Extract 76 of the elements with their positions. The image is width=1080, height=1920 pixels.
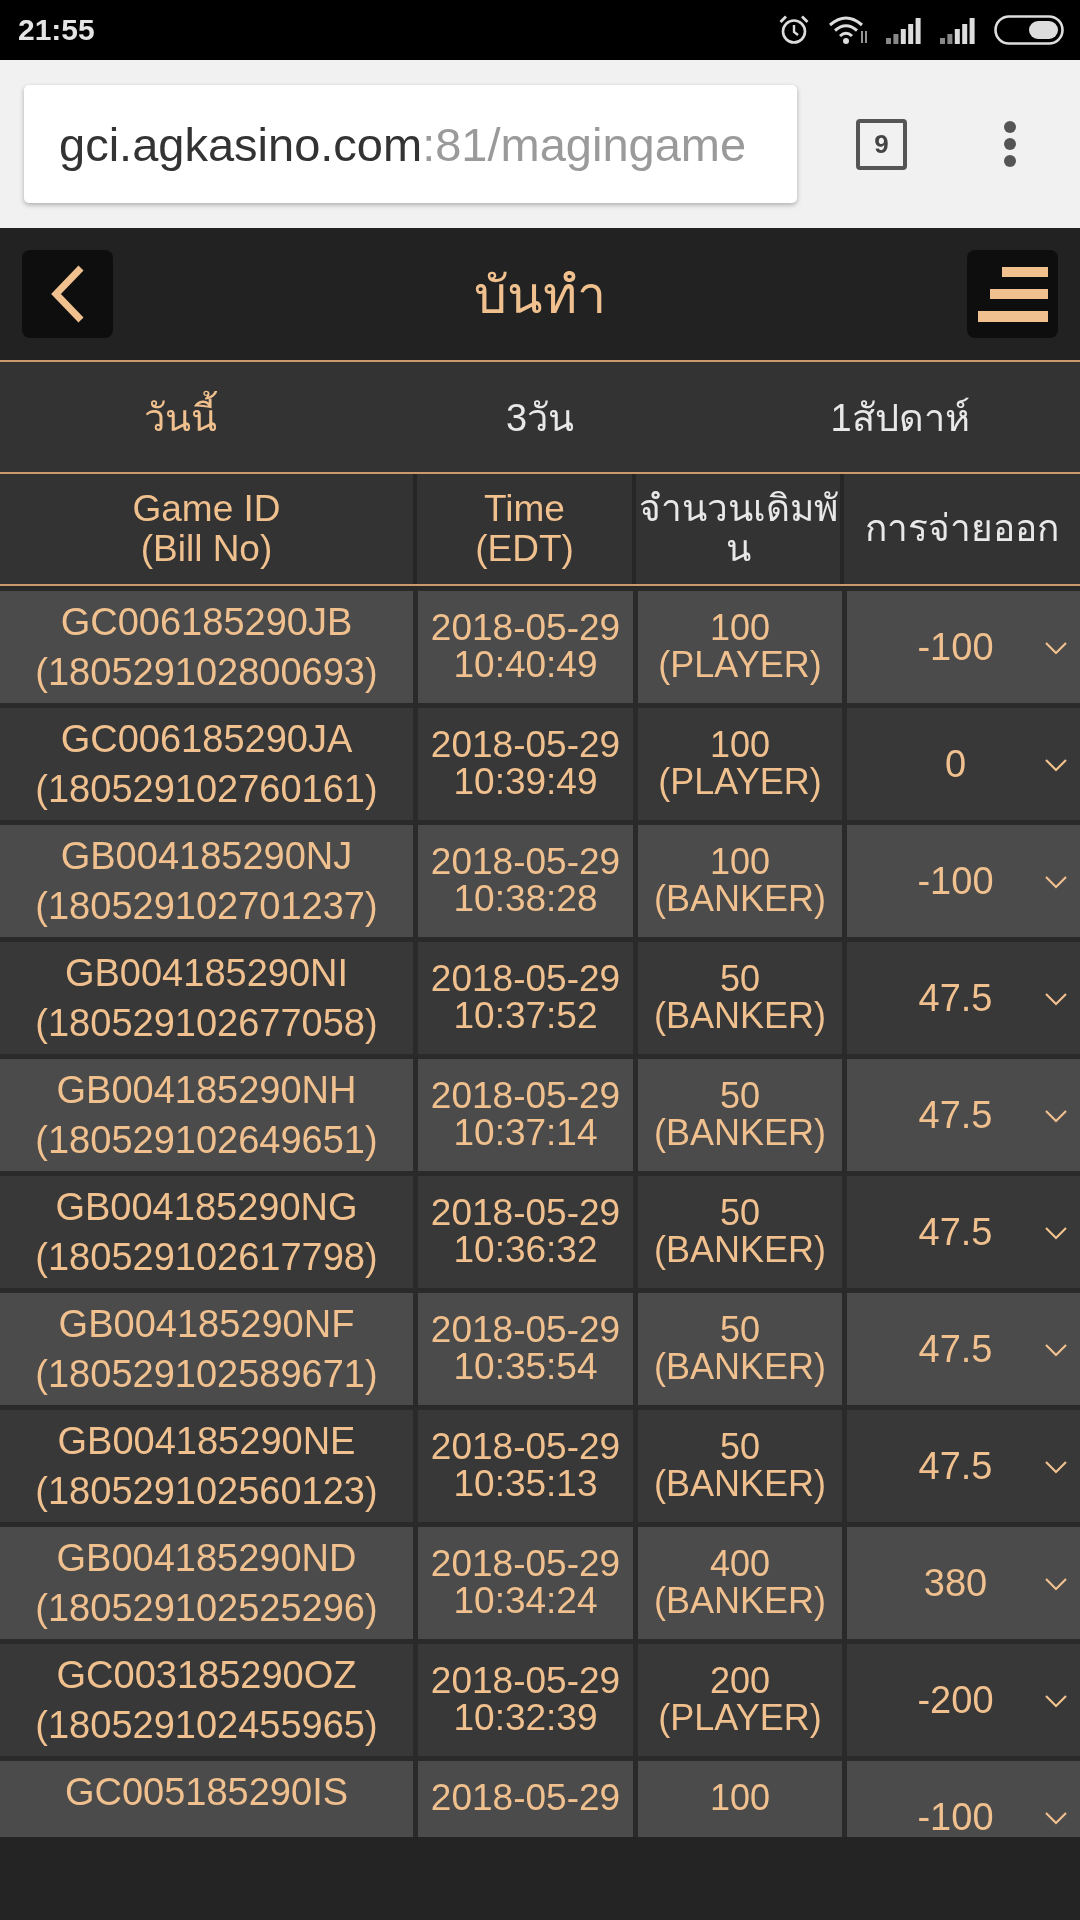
table-cell: GC003185290OZ (180529102455965)	[0, 1644, 413, 1756]
menu-icon	[977, 265, 1048, 323]
status-time: 21:55	[18, 13, 95, 47]
column-header: การจ่ายออก	[865, 509, 1059, 549]
table-cell: 50 (BANKER)	[638, 1176, 842, 1288]
chevron-down-icon[interactable]	[1044, 1343, 1068, 1357]
payout-amount: 47.5	[917, 978, 994, 1018]
table-cell: GB004185290NJ (180529102701237)	[0, 825, 413, 937]
table-cell: 200 (PLAYER)	[638, 1644, 842, 1756]
table-cell: GB004185290ND (180529102525296)	[0, 1527, 413, 1639]
payout-amount: -100	[916, 627, 995, 667]
chevron-down-icon[interactable]	[1044, 992, 1068, 1006]
payout-amount: 47.5	[917, 1446, 994, 1486]
table-cell: 50 (BANKER)	[638, 942, 842, 1054]
chevron-down-icon[interactable]	[1044, 1460, 1068, 1474]
table-cell: 2018-05-29 10:36:32	[418, 1176, 633, 1288]
column-header: Game ID (Bill No)	[132, 489, 281, 569]
table-cell: GB004185290NE (180529102560123)	[0, 1410, 413, 1522]
alarm-clock-icon	[778, 14, 810, 46]
table-cell: GB004185290NF (180529102589671)	[0, 1293, 413, 1405]
payout-amount: 47.5	[917, 1095, 994, 1135]
chevron-down-icon[interactable]	[1044, 641, 1068, 655]
tab-count-button[interactable]: 9	[856, 118, 907, 170]
table-cell: 2018-05-29 10:32:39	[418, 1644, 633, 1756]
table-cell: 50 (BANKER)	[638, 1293, 842, 1405]
table-cell: 2018-05-29 10:37:14	[418, 1059, 633, 1171]
table-cell: 2018-05-29 10:40:49	[418, 591, 633, 703]
chevron-left-icon	[49, 264, 86, 324]
page-title: บันทำ	[474, 264, 606, 326]
signal-icon	[940, 16, 976, 44]
column-header: Time (EDT)	[475, 489, 574, 569]
table-cell: GC005185290IS	[0, 1761, 413, 1837]
table-cell: 100 (BANKER)	[638, 825, 842, 937]
wifi-icon	[828, 15, 868, 45]
chevron-down-icon[interactable]	[1044, 1577, 1068, 1591]
table-cell: GC006185290JB (180529102800693)	[0, 591, 413, 703]
signal-icon	[886, 16, 922, 44]
payout-amount: -100	[916, 1797, 995, 1837]
period-tab[interactable]: 3วัน	[505, 386, 575, 448]
payout-amount: 380	[922, 1563, 989, 1603]
chevron-down-icon[interactable]	[1044, 1226, 1068, 1240]
column-header: จำนวนเดิมพัน	[638, 489, 838, 569]
table-cell: 2018-05-29 10:38:28	[418, 825, 633, 937]
table-cell: GB004185290NI (180529102677058)	[0, 942, 413, 1054]
chevron-down-icon[interactable]	[1044, 758, 1068, 772]
chevron-down-icon[interactable]	[1044, 1694, 1068, 1708]
payout-amount: 47.5	[917, 1329, 994, 1369]
chevron-down-icon[interactable]	[1044, 1109, 1068, 1123]
table-cell: 2018-05-29	[418, 1761, 633, 1837]
table-cell: 2018-05-29 10:35:13	[418, 1410, 633, 1522]
more-options-icon[interactable]	[1003, 120, 1017, 168]
chevron-down-icon[interactable]	[1044, 1811, 1068, 1825]
table-cell: GB004185290NG (180529102617798)	[0, 1176, 413, 1288]
period-tab[interactable]: วันนี้	[143, 386, 217, 448]
menu-button[interactable]	[967, 250, 1058, 338]
payout-amount: -100	[916, 861, 995, 901]
back-button[interactable]	[22, 250, 113, 338]
table-cell: 100	[638, 1761, 842, 1837]
payout-amount: 47.5	[917, 1212, 994, 1252]
table-cell: 50 (BANKER)	[638, 1410, 842, 1522]
chevron-down-icon[interactable]	[1044, 875, 1068, 889]
payout-amount: -200	[916, 1680, 995, 1720]
period-tab[interactable]: 1สัปดาห์	[830, 386, 970, 448]
battery-icon	[994, 15, 1064, 45]
table-cell: GC006185290JA (180529102760161)	[0, 708, 413, 820]
table-cell: 100 (PLAYER)	[638, 708, 842, 820]
table-cell: 400 (BANKER)	[638, 1527, 842, 1639]
table-cell: 2018-05-29 10:35:54	[418, 1293, 633, 1405]
table-cell: 2018-05-29 10:37:52	[418, 942, 633, 1054]
table-cell: 2018-05-29 10:34:24	[418, 1527, 633, 1639]
payout-amount: 0	[943, 744, 968, 784]
table-cell: GB004185290NH (180529102649651)	[0, 1059, 413, 1171]
table-cell: 2018-05-29 10:39:49	[418, 708, 633, 820]
url-field[interactable]: gci.agkasino.com:81/magingame	[24, 85, 797, 203]
table-cell: 50 (BANKER)	[638, 1059, 842, 1171]
table-cell: 100 (PLAYER)	[638, 591, 842, 703]
